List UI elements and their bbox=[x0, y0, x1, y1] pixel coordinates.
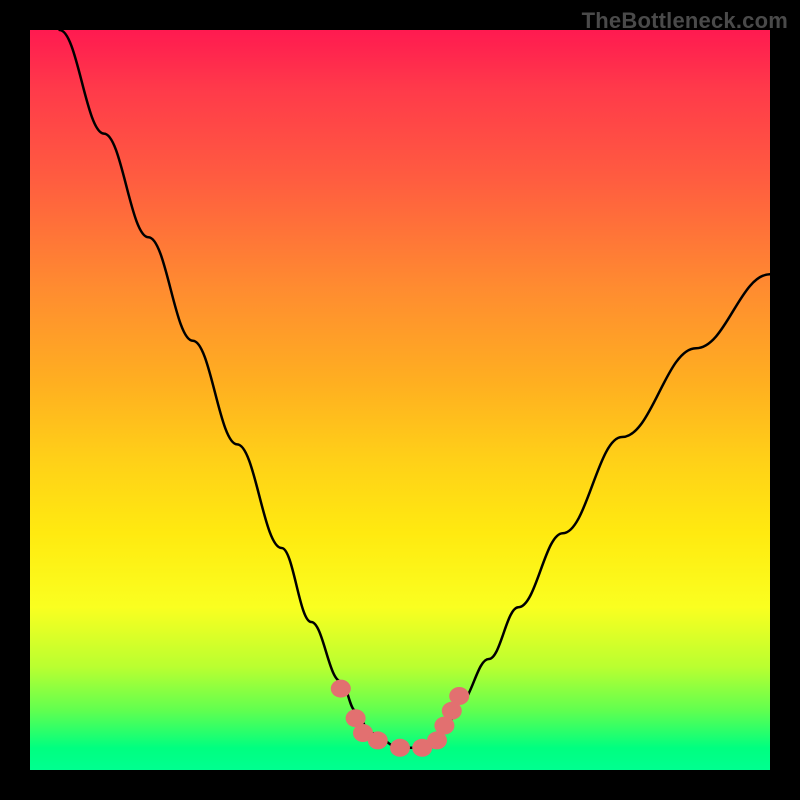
marker-point bbox=[449, 687, 469, 705]
marker-point bbox=[331, 680, 351, 698]
plot-area bbox=[30, 30, 770, 770]
marker-point bbox=[390, 739, 410, 757]
bottleneck-line bbox=[60, 30, 770, 748]
chart-frame: TheBottleneck.com bbox=[0, 0, 800, 800]
highlight-points bbox=[331, 680, 469, 757]
watermark-text: TheBottleneck.com bbox=[582, 8, 788, 34]
marker-point bbox=[368, 731, 388, 749]
chart-svg bbox=[30, 30, 770, 770]
